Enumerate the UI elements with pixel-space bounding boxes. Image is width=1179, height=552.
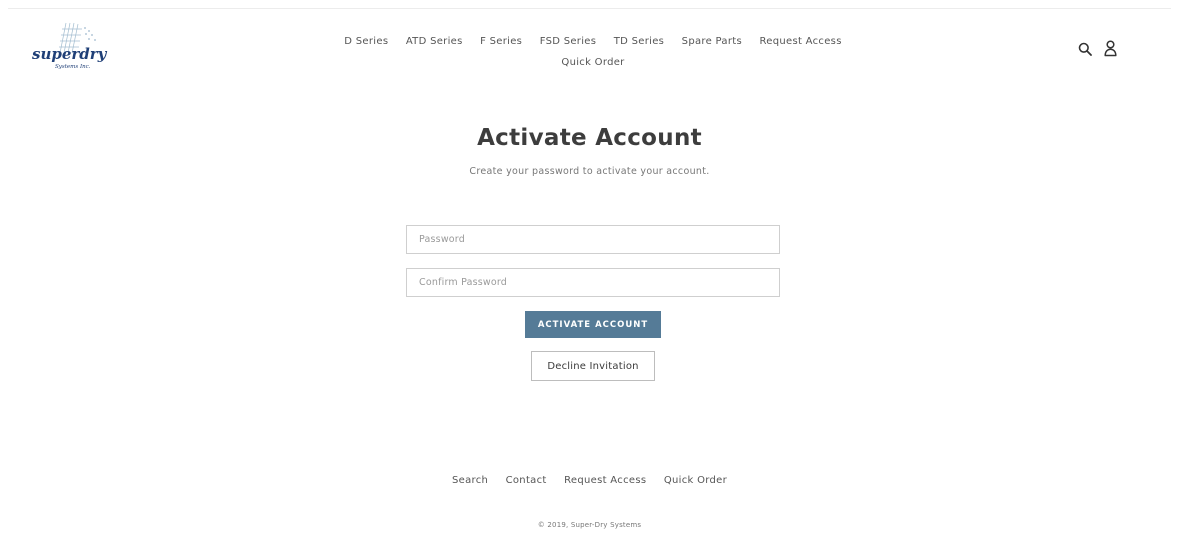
- nav-item-atd-series[interactable]: ATD Series: [406, 36, 463, 47]
- copyright: © 2019, Super-Dry Systems: [537, 521, 642, 529]
- nav-item-request-access[interactable]: Request Access: [759, 36, 841, 47]
- confirm-password-field[interactable]: [406, 268, 780, 297]
- page-title: Activate Account: [477, 125, 702, 151]
- nav-item-spare-parts[interactable]: Spare Parts: [682, 36, 742, 47]
- account-icon[interactable]: [1104, 40, 1117, 57]
- page-subtitle: Create your password to activate your ac…: [469, 166, 710, 177]
- decline-invitation-button[interactable]: Decline Invitation: [531, 351, 655, 381]
- nav-item-fsd-series[interactable]: FSD Series: [540, 36, 597, 47]
- header-icons: [1078, 40, 1117, 57]
- nav-item-f-series[interactable]: F Series: [480, 36, 522, 47]
- footer-link-request-access[interactable]: Request Access: [564, 475, 646, 486]
- site-header: superdry Systems Inc. D Series ATD Serie…: [8, 9, 1171, 89]
- password-field[interactable]: [406, 225, 780, 254]
- footer-links: Search Contact Request Access Quick Orde…: [8, 475, 1171, 486]
- footer-link-contact[interactable]: Contact: [506, 475, 547, 486]
- nav-item-d-series[interactable]: D Series: [344, 36, 388, 47]
- superdry-logo-icon: superdry Systems Inc.: [32, 22, 108, 70]
- nav-item-td-series[interactable]: TD Series: [614, 36, 664, 47]
- logo[interactable]: superdry Systems Inc.: [30, 21, 108, 71]
- page: superdry Systems Inc. D Series ATD Serie…: [8, 8, 1171, 552]
- logo-subtext: Systems Inc.: [55, 64, 91, 70]
- activate-account-section: Activate Account Create your password to…: [8, 125, 1171, 177]
- search-icon[interactable]: [1078, 42, 1092, 56]
- activate-account-button[interactable]: ACTIVATE ACCOUNT: [525, 311, 661, 338]
- nav-item-quick-order[interactable]: Quick Order: [561, 57, 624, 68]
- main-nav: D Series ATD Series F Series FSD Series …: [308, 31, 878, 73]
- footer-link-quick-order[interactable]: Quick Order: [664, 475, 727, 486]
- footer-link-search[interactable]: Search: [452, 475, 488, 486]
- logo-wordmark: superdry: [32, 45, 108, 63]
